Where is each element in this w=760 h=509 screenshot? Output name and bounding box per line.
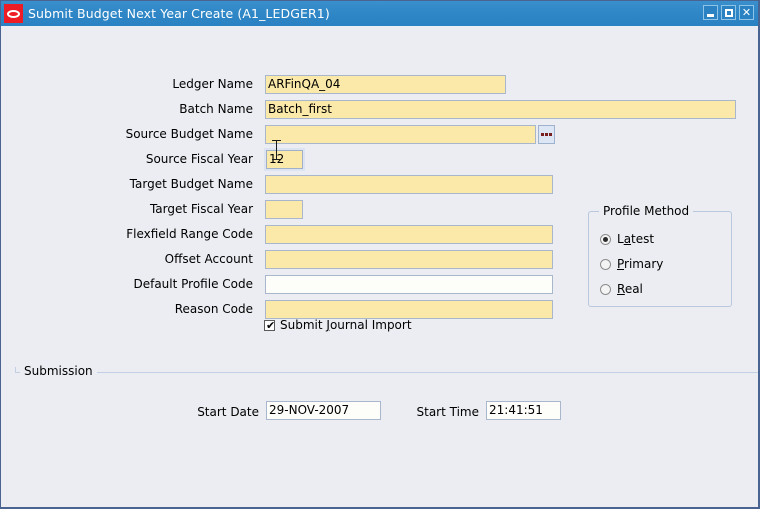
window-controls: ✕ bbox=[703, 5, 754, 20]
radio-real-label: Real bbox=[617, 282, 643, 296]
field-row-target-fiscal-year: Target Fiscal Year bbox=[1, 200, 253, 220]
maximize-button[interactable] bbox=[721, 5, 736, 20]
field-row-flexfield-range-code: Flexfield Range Code bbox=[1, 225, 253, 245]
application-window: Submit Budget Next Year Create (A1_LEDGE… bbox=[0, 0, 760, 509]
label-target-budget-name: Target Budget Name bbox=[129, 177, 253, 191]
window-title: Submit Budget Next Year Create (A1_LEDGE… bbox=[28, 6, 330, 21]
label-target-fiscal-year: Target Fiscal Year bbox=[149, 202, 253, 216]
label-flexfield-range-code: Flexfield Range Code bbox=[126, 227, 253, 241]
submit-journal-import-row[interactable]: ✔ Submit Journal Import bbox=[264, 318, 412, 332]
field-row-target-budget-name: Target Budget Name bbox=[1, 175, 253, 195]
radio-option-real[interactable]: Real bbox=[600, 282, 643, 296]
label-default-profile-code: Default Profile Code bbox=[133, 277, 253, 291]
radio-primary-icon[interactable] bbox=[600, 258, 611, 270]
field-row-default-profile-code: Default Profile Code bbox=[1, 275, 253, 295]
profile-method-group: Profile Method Latest Primary Real bbox=[588, 204, 732, 307]
field-row-source-budget-name: Source Budget Name bbox=[1, 125, 253, 145]
input-batch-name[interactable]: Batch_first bbox=[265, 100, 736, 119]
input-offset-account[interactable] bbox=[265, 250, 553, 269]
input-start-time[interactable]: 21:41:51 bbox=[486, 401, 561, 420]
radio-option-latest[interactable]: Latest bbox=[600, 232, 654, 246]
field-row-source-fiscal-year: Source Fiscal Year bbox=[1, 150, 253, 170]
input-target-fiscal-year[interactable] bbox=[265, 200, 303, 219]
label-reason-code: Reason Code bbox=[174, 302, 253, 316]
label-ledger-name: Ledger Name bbox=[172, 77, 253, 91]
input-flexfield-range-code[interactable] bbox=[265, 225, 553, 244]
profile-method-title: Profile Method bbox=[599, 204, 694, 218]
radio-latest-icon[interactable] bbox=[600, 233, 611, 245]
oracle-logo-icon bbox=[4, 4, 23, 23]
minimize-button[interactable] bbox=[703, 5, 718, 20]
close-button[interactable]: ✕ bbox=[739, 5, 754, 20]
input-ledger-name[interactable]: ARFinQA_04 bbox=[265, 75, 506, 94]
input-reason-code[interactable] bbox=[265, 300, 553, 319]
radio-primary-label: Primary bbox=[617, 257, 664, 271]
ellipsis-dot-icon bbox=[545, 133, 548, 136]
ellipsis-dot-icon bbox=[549, 133, 552, 136]
label-source-fiscal-year: Source Fiscal Year bbox=[145, 152, 253, 166]
label-start-time: Start Time bbox=[416, 405, 480, 419]
label-source-budget-name: Source Budget Name bbox=[125, 127, 253, 141]
check-icon: ✔ bbox=[266, 318, 276, 332]
radio-real-icon[interactable] bbox=[600, 283, 611, 295]
list-of-values-button[interactable] bbox=[538, 125, 555, 144]
submit-journal-import-label: Submit Journal Import bbox=[280, 318, 412, 332]
title-bar[interactable]: Submit Budget Next Year Create (A1_LEDGE… bbox=[1, 1, 758, 26]
radio-latest-label: Latest bbox=[617, 232, 655, 246]
submission-separator bbox=[15, 372, 758, 373]
submission-section-title: Submission bbox=[20, 364, 97, 378]
label-offset-account: Offset Account bbox=[164, 252, 253, 266]
field-row-offset-account: Offset Account bbox=[1, 250, 253, 270]
form-body: Ledger Name ARFinQA_04 Batch Name Batch_… bbox=[1, 26, 758, 507]
field-row-batch-name: Batch Name bbox=[1, 100, 253, 120]
submit-journal-import-checkbox[interactable]: ✔ bbox=[264, 318, 276, 332]
close-icon: ✕ bbox=[741, 6, 752, 19]
label-batch-name: Batch Name bbox=[179, 102, 253, 116]
input-source-budget-name[interactable] bbox=[265, 125, 536, 144]
field-row-start-time: Start Time bbox=[1, 403, 480, 423]
input-target-budget-name[interactable] bbox=[265, 175, 553, 194]
maximize-icon bbox=[724, 8, 733, 17]
field-row-reason-code: Reason Code bbox=[1, 300, 253, 320]
radio-option-primary[interactable]: Primary bbox=[600, 257, 663, 271]
field-row-ledger-name: Ledger Name bbox=[1, 75, 253, 95]
minimize-icon bbox=[707, 13, 714, 17]
submission-separator-cap bbox=[15, 367, 16, 373]
input-default-profile-code[interactable] bbox=[265, 275, 553, 294]
input-source-fiscal-year[interactable]: 12 bbox=[266, 150, 303, 169]
ellipsis-dot-icon bbox=[541, 133, 544, 136]
